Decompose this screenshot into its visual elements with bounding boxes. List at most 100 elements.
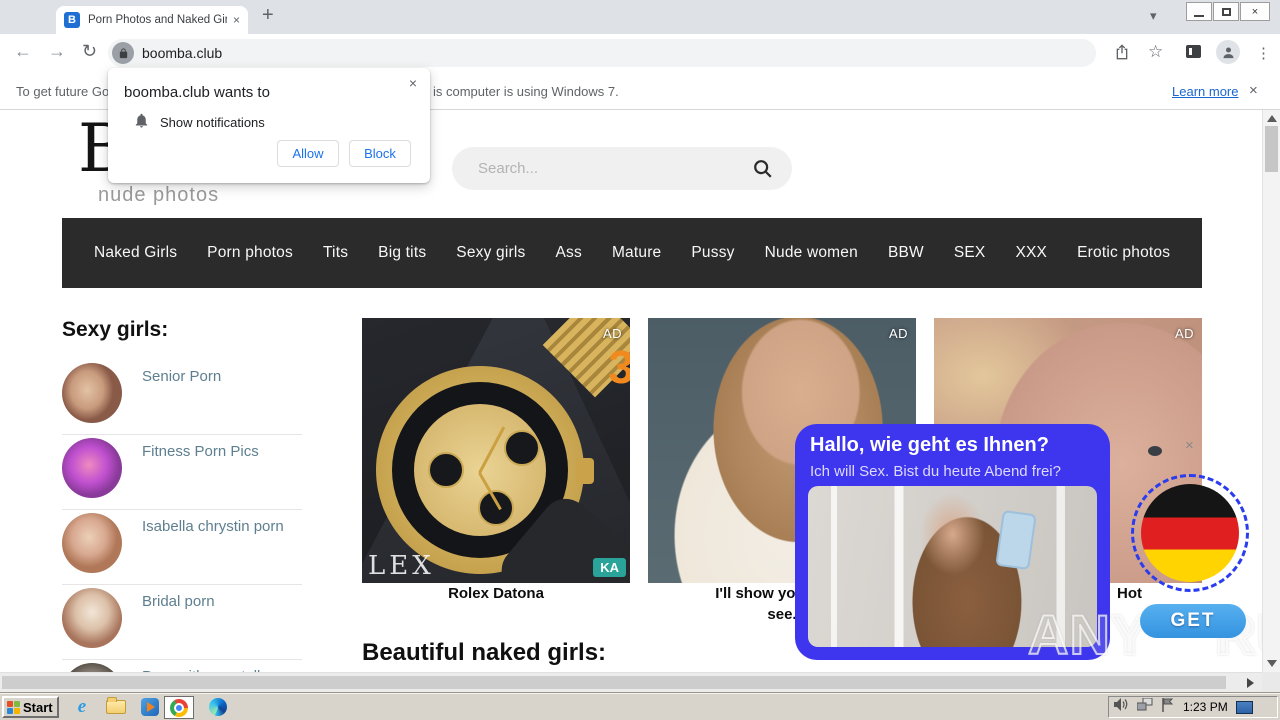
dialog-title: boomba.club wants to (124, 84, 270, 101)
windows-taskbar: Start e 1:23 PM (0, 692, 1280, 720)
thumbnail-image (62, 663, 122, 672)
nav-sexy-girls[interactable]: Sexy girls (456, 244, 525, 262)
nav-nude-women[interactable]: Nude women (765, 244, 858, 262)
volume-icon[interactable] (1114, 698, 1129, 716)
nav-porn-photos[interactable]: Porn photos (207, 244, 293, 262)
windows-logo-icon (7, 700, 20, 714)
horizontal-scrollbar[interactable] (0, 672, 1262, 692)
site-permissions-button[interactable] (112, 42, 134, 64)
action-center-flag-icon[interactable] (1161, 697, 1174, 717)
infobar-text-left: To get future Go (16, 84, 110, 99)
start-button[interactable]: Start (2, 696, 59, 718)
nav-erotic-photos[interactable]: Erotic photos (1077, 244, 1170, 262)
ad-close-icon[interactable]: × (1185, 437, 1194, 454)
tab-title: Porn Photos and Naked Girls - Boomb (88, 14, 227, 26)
card-caption-fragment: Hot (1117, 585, 1142, 602)
nav-ass[interactable]: Ass (555, 244, 581, 262)
chrome-taskbar-button[interactable] (164, 696, 194, 719)
nav-sex[interactable]: SEX (954, 244, 986, 262)
ad-badge: KA (593, 558, 626, 577)
sidebar-heading: Sexy girls: (62, 318, 169, 341)
ad-card-rolex[interactable]: 3 LEX KA AD (362, 318, 630, 583)
site-tagline: nude photos (98, 184, 220, 206)
window-close-button[interactable]: × (1240, 2, 1270, 21)
bell-icon (133, 112, 150, 134)
sidebar-link[interactable]: Isabella chrystin porn (142, 518, 284, 535)
search-icon[interactable] (752, 158, 774, 180)
dialog-close-icon[interactable]: × (409, 75, 417, 91)
forward-button[interactable]: → (48, 41, 66, 62)
nav-pussy[interactable]: Pussy (691, 244, 734, 262)
bookmark-star-icon[interactable]: ☆ (1148, 42, 1163, 62)
chat-popup-photo[interactable] (808, 486, 1097, 647)
main-nav: Naked Girls Porn photos Tits Big tits Se… (62, 218, 1202, 288)
tab-search-chevron-icon[interactable]: ▾ (1150, 8, 1157, 24)
edge-icon[interactable] (206, 697, 230, 717)
learn-more-link[interactable]: Learn more (1172, 84, 1238, 99)
nav-big-tits[interactable]: Big tits (378, 244, 426, 262)
display-tray-icon[interactable] (1235, 700, 1253, 714)
scroll-down-arrow[interactable] (1267, 660, 1277, 667)
search-input[interactable] (452, 147, 792, 190)
german-flag-icon (1141, 484, 1239, 582)
horizontal-scroll-thumb[interactable] (2, 676, 1226, 689)
tab-close-icon[interactable]: × (233, 13, 240, 27)
network-icon[interactable] (1136, 697, 1153, 716)
ad-label: AD (888, 326, 908, 341)
nav-bbw[interactable]: BBW (888, 244, 924, 262)
list-item[interactable]: Porn with very tall (62, 660, 302, 672)
card-caption: Rolex Datona (448, 585, 544, 602)
reload-button[interactable]: ↻ (82, 41, 97, 62)
file-explorer-icon[interactable] (104, 697, 128, 717)
media-player-icon[interactable] (138, 697, 162, 717)
lock-icon (119, 47, 127, 58)
system-tray: 1:23 PM (1108, 696, 1278, 718)
chrome-icon (170, 698, 188, 717)
scroll-right-arrow[interactable] (1247, 678, 1254, 688)
clock[interactable]: 1:23 PM (1183, 700, 1228, 714)
sidebar-list: Senior Porn Fitness Porn Pics Isabella c… (62, 360, 302, 672)
vertical-scrollbar[interactable] (1262, 110, 1280, 672)
url-text: boomba.club (142, 45, 223, 61)
browser-menu-icon[interactable]: ⋮ (1256, 44, 1271, 62)
list-item[interactable]: Bridal porn (62, 585, 302, 660)
nav-tits[interactable]: Tits (323, 244, 348, 262)
scrollbar-corner (1262, 672, 1280, 692)
side-panel-icon[interactable] (1186, 45, 1201, 58)
browser-tab[interactable]: B Porn Photos and Naked Girls - Boomb × (56, 6, 248, 34)
webpage: B nude photos Naked Girls Porn photos Ti… (0, 110, 1262, 672)
allow-button[interactable]: Allow (277, 140, 339, 167)
person-icon (1223, 47, 1233, 58)
thumbnail-image (62, 588, 122, 648)
vertical-scroll-thumb[interactable] (1265, 126, 1278, 172)
notification-permission-dialog: boomba.club wants to × Show notification… (108, 68, 430, 183)
address-bar[interactable]: boomba.club (108, 39, 1096, 67)
get-button[interactable]: GET (1140, 604, 1246, 638)
infobar-close-icon[interactable]: × (1249, 82, 1258, 99)
window-restore-button[interactable] (1213, 2, 1239, 21)
share-icon[interactable] (1114, 44, 1130, 65)
back-button[interactable]: ← (14, 41, 32, 62)
infobar-text-right: is computer is using Windows 7. (433, 84, 619, 99)
list-item[interactable]: Isabella chrystin porn (62, 510, 302, 585)
sidebar-link[interactable]: Fitness Porn Pics (142, 443, 259, 460)
ad-label: AD (602, 326, 622, 341)
sidebar-link[interactable]: Bridal porn (142, 593, 215, 610)
list-item[interactable]: Senior Porn (62, 360, 302, 435)
german-flag-badge[interactable] (1131, 474, 1249, 592)
list-item[interactable]: Fitness Porn Pics (62, 435, 302, 510)
internet-explorer-icon[interactable]: e (70, 696, 94, 717)
block-button[interactable]: Block (349, 140, 411, 167)
tab-strip: B Porn Photos and Naked Girls - Boomb × … (0, 0, 1280, 34)
profile-avatar[interactable] (1216, 40, 1240, 64)
new-tab-button[interactable]: + (262, 4, 274, 27)
ad-overlay-number: 3 (608, 341, 630, 393)
nav-xxx[interactable]: XXX (1015, 244, 1047, 262)
ad-label: AD (1174, 326, 1194, 341)
nav-mature[interactable]: Mature (612, 244, 661, 262)
window-minimize-button[interactable] (1186, 2, 1212, 21)
nav-naked-girls[interactable]: Naked Girls (94, 244, 177, 262)
chat-popup-ad[interactable]: Hallo, wie geht es Ihnen? Ich will Sex. … (795, 424, 1110, 660)
sidebar-link[interactable]: Senior Porn (142, 368, 221, 385)
scroll-up-arrow[interactable] (1267, 115, 1277, 122)
